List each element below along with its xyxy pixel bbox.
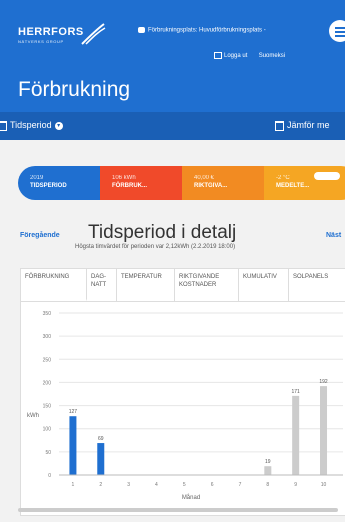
detail-header: Föregående Tidsperiod i detalj Högsta ti… [0, 222, 345, 264]
bar [264, 466, 272, 475]
hamburger-menu-icon[interactable] [329, 20, 345, 42]
tab-consumption[interactable]: FÖRBRUKNING [21, 269, 87, 301]
x-tick-label: 6 [211, 482, 214, 488]
summary-period[interactable]: 2019 TIDSPERIOD [18, 166, 100, 200]
period-dropdown[interactable]: Tidsperiod ▾ [0, 120, 63, 131]
tab-solar[interactable]: SOLPANELS [289, 269, 345, 301]
chevron-down-icon: ▾ [54, 121, 63, 130]
usage-location-label: Förbrukningsplats: Huvudförbrukningsplat… [148, 27, 266, 34]
y-tick-label: 50 [45, 450, 51, 456]
tab-day-night[interactable]: DAG- NATT [87, 269, 117, 301]
temperature-toggle[interactable] [314, 172, 340, 180]
horizontal-scrollbar[interactable] [18, 508, 338, 512]
data-label: 69 [98, 436, 104, 442]
logo-name: HERRFORS [18, 26, 84, 38]
summary-cost[interactable]: 40,00 € RIKTGIVA... [182, 166, 264, 200]
summary-label: TIDSPERIOD [30, 183, 67, 189]
summary-temperature[interactable]: -2 °C MEDELTE... [264, 166, 345, 200]
logo-swoosh-icon [81, 23, 106, 45]
data-label: 19 [265, 459, 271, 465]
summary-value: 106 kWh [112, 175, 136, 181]
x-tick-label: 2 [99, 482, 102, 488]
top-links: Logga ut Suomeksi [214, 52, 285, 59]
period-toolbar: Tidsperiod ▾ Jämför me [0, 112, 345, 140]
car-icon [138, 27, 145, 33]
calendar-icon [275, 120, 284, 131]
x-tick-label: 9 [294, 482, 297, 488]
summary-label: RIKTGIVA... [194, 183, 228, 189]
x-axis-label: Månad [182, 494, 200, 501]
y-tick-label: 250 [43, 357, 52, 363]
usage-location-selector[interactable]: Förbrukningsplats: Huvudförbrukningsplat… [138, 27, 266, 34]
y-tick-label: 350 [43, 311, 52, 317]
data-label: 192 [319, 379, 328, 385]
logo-subtitle: NÄTVERKS GROUP [18, 39, 64, 44]
page-title: Förbrukning [18, 78, 131, 101]
y-tick-label: 0 [48, 473, 51, 479]
y-tick-label: 100 [43, 427, 52, 433]
data-label: 127 [69, 409, 78, 415]
compare-button[interactable]: Jämför me [275, 120, 330, 131]
period-label: Tidsperiod [10, 120, 52, 130]
next-link[interactable]: Näst [326, 232, 341, 239]
section-title: Tidsperiod i detalj [88, 222, 237, 243]
summary-bar: 2019 TIDSPERIOD 106 kWh FÖRBRUK... 40,00… [18, 166, 345, 200]
chart-tabs: FÖRBRUKNING DAG- NATT TEMPERATUR RIKTGIV… [21, 269, 345, 302]
section-subtitle: Högsta timvärdet för perioden var 2,12kW… [75, 244, 236, 250]
summary-value: 40,00 € [194, 175, 215, 181]
summary-consumption[interactable]: 106 kWh FÖRBRUK... [100, 166, 182, 200]
tab-estimated-costs[interactable]: RIKTGIVANDE KOSTNADER [175, 269, 239, 301]
tab-cumulative[interactable]: KUMULATIV [239, 269, 289, 301]
compare-label: Jämför me [287, 120, 330, 130]
summary-value: -2 °C [276, 175, 290, 181]
chart-card: FÖRBRUKNING DAG- NATT TEMPERATUR RIKTGIV… [20, 268, 345, 516]
x-tick-label: 3 [127, 482, 130, 488]
x-tick-label: 1 [72, 482, 75, 488]
summary-value: 2019 [30, 175, 44, 181]
bar [320, 386, 328, 475]
y-axis-label: kWh [27, 413, 39, 419]
top-header: HERRFORS NÄTVERKS GROUP Förbrukningsplat… [0, 0, 345, 112]
bar [97, 443, 105, 475]
language-link[interactable]: Suomeksi [259, 53, 285, 59]
previous-link[interactable]: Föregående [20, 232, 60, 239]
bar [292, 395, 300, 475]
logout-icon [214, 52, 222, 59]
x-tick-label: 4 [155, 482, 158, 488]
x-tick-label: 7 [239, 482, 242, 488]
data-label: 171 [291, 389, 300, 395]
summary-label: MEDELTE... [276, 183, 310, 189]
bar [69, 416, 77, 475]
calendar-icon [0, 120, 7, 131]
y-tick-label: 300 [43, 334, 52, 340]
y-tick-label: 200 [43, 380, 52, 386]
y-tick-label: 150 [43, 404, 52, 410]
x-tick-label: 10 [321, 482, 327, 488]
x-tick-label: 5 [183, 482, 186, 488]
summary-label: FÖRBRUK... [112, 183, 147, 189]
consumption-bar-chart: 0 50 100 150 200 250 300 350 kWh 127 1 69 2 3 4 5 6 7 19 8 1… [27, 311, 343, 501]
logout-link[interactable]: Logga ut [224, 53, 247, 59]
x-tick-label: 8 [266, 482, 269, 488]
tab-temperature[interactable]: TEMPERATUR [117, 269, 175, 301]
herrfors-logo[interactable]: HERRFORS NÄTVERKS GROUP [18, 22, 128, 50]
